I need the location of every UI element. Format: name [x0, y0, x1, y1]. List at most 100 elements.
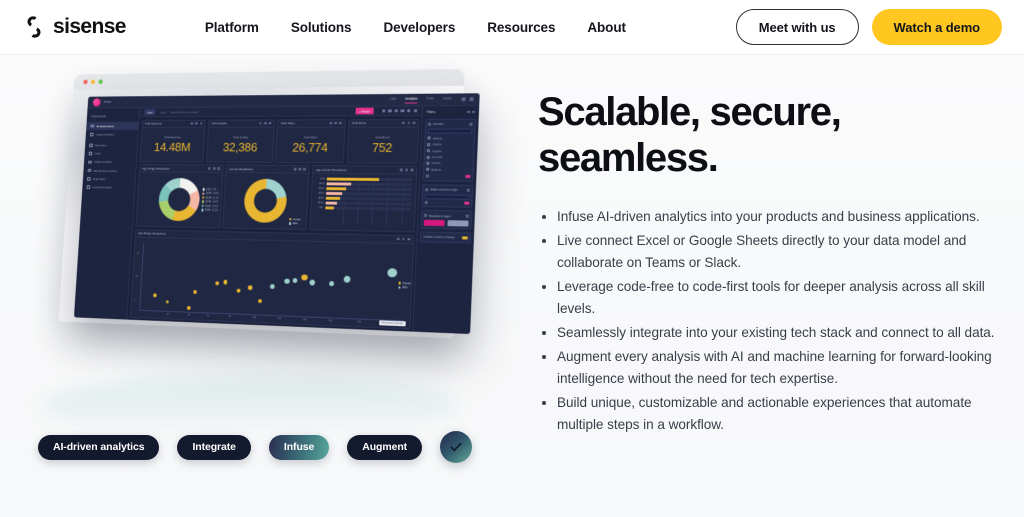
info-icon[interactable]	[208, 167, 211, 170]
more-icon[interactable]	[469, 122, 473, 126]
info-icon[interactable]	[402, 121, 406, 125]
apply-filter-button[interactable]	[464, 174, 471, 179]
nav-item-developers[interactable]: Developers	[383, 20, 455, 35]
more-icon[interactable]	[339, 121, 343, 125]
y-tick-label: 0	[133, 299, 136, 302]
edit-icon[interactable]	[402, 237, 405, 241]
legend-label: 19-24	[205, 192, 212, 196]
export-icon[interactable]	[388, 109, 392, 113]
info-icon[interactable]	[396, 237, 400, 241]
info-icon[interactable]	[259, 121, 262, 125]
list-item: Infuse AI-driven analytics into your pro…	[557, 206, 1000, 228]
widget-title: Total Brand	[351, 121, 367, 125]
widget-title: Age Range Breakdown	[142, 166, 170, 171]
layout-icon[interactable]	[394, 109, 398, 113]
filter-option: Albania	[432, 136, 443, 141]
last-updated-label: March 12th at 10:14AM	[170, 110, 199, 114]
nav-item-resources[interactable]: Resources	[487, 20, 555, 35]
filter-settings-icon[interactable]	[466, 110, 470, 114]
hero-visual: Home Data Analytics Pulse Admin Dashboar…	[0, 55, 516, 517]
page-title: Scalable, secure, seamless.	[538, 90, 842, 181]
feature-pill-row: AI-driven analytics Integrate Infuse Aug…	[38, 431, 473, 463]
help-icon[interactable]	[461, 97, 466, 102]
edit-icon[interactable]	[263, 121, 267, 125]
more-icon[interactable]	[465, 214, 469, 218]
kpi-value: 14.48M	[153, 140, 191, 154]
more-icon[interactable]	[407, 237, 410, 241]
kpi-caption: Total Brand	[375, 135, 390, 140]
add-widget-button[interactable]: + Widget	[355, 107, 374, 115]
more-icon[interactable]	[466, 188, 470, 192]
edit-icon[interactable]	[407, 121, 411, 125]
checkbox-icon[interactable]	[426, 168, 430, 172]
scatter-point	[165, 300, 169, 304]
chart-widget-age-range-scatter[interactable]: Age Range Breakdown 40 20 0 20 40 60 80 …	[129, 228, 414, 330]
dashboard-tab-analytics[interactable]: Analytics	[404, 96, 418, 104]
checkbox-icon[interactable]	[426, 161, 430, 165]
sidebar-item-usage-analytics[interactable]: Usage Analytics	[86, 130, 138, 138]
pill-augment[interactable]: Augment	[347, 434, 423, 460]
chevron-down-icon[interactable]	[425, 188, 429, 191]
meet-with-us-button[interactable]: Meet with us	[735, 9, 859, 45]
add-filter-icon[interactable]	[472, 110, 476, 114]
dashboard-tab-data[interactable]: Data	[390, 97, 397, 103]
sidebar-item-label: Total Sales	[92, 176, 106, 181]
chevron-down-icon[interactable]	[428, 122, 432, 126]
filter-search-input[interactable]	[428, 128, 472, 134]
nav-item-about[interactable]: About	[587, 20, 626, 35]
age-range-legend: 0-18 17.8 19-24 15.62 25-34 21.33 35-44 18.4…	[201, 188, 219, 212]
trash-icon[interactable]	[425, 200, 428, 204]
more-icon[interactable]	[413, 109, 418, 113]
list-item: Augment every analysis with AI and machi…	[557, 346, 1000, 390]
checkbox-icon[interactable]	[427, 143, 431, 147]
widget-title: Age Gender Breakdown	[315, 167, 347, 172]
pill-ai-driven-analytics[interactable]: AI-driven analytics	[38, 434, 160, 460]
filter-benefits-in-apps[interactable]: Benefits in Apps	[420, 210, 473, 230]
chart-widget-age-range-donut[interactable]: Age Range Breakdown 0-18 17.8 19-24 15.6…	[135, 163, 224, 229]
view-button[interactable]: View	[144, 108, 156, 116]
powered-by-badge: Powered by Sisense	[379, 319, 406, 326]
info-icon[interactable]	[400, 168, 403, 172]
more-icon[interactable]	[217, 167, 220, 170]
sisense-dashboard-mock: Home Data Analytics Pulse Admin Dashboar…	[73, 93, 480, 335]
pill-infuse[interactable]: Infuse	[268, 434, 330, 460]
apply-filter-button[interactable]	[463, 201, 469, 205]
checkbox-icon[interactable]	[427, 155, 431, 159]
kpi-widget-total-quality[interactable]: Total Quality Total Quality 32,386	[205, 118, 275, 163]
share-icon[interactable]	[381, 109, 386, 113]
sales-dropdown[interactable]: Sales	[160, 110, 167, 114]
trash-icon[interactable]	[426, 174, 430, 178]
edit-icon[interactable]	[212, 167, 216, 170]
brand-logo[interactable]: sisense	[22, 15, 126, 39]
x-tick-label: 20	[166, 313, 169, 316]
scatter-point	[192, 289, 197, 295]
filter-apply-button[interactable]	[424, 219, 446, 226]
account-icon[interactable]	[469, 97, 474, 102]
chart-widget-age-gender-bar[interactable]: Age Gender Breakdown 0-18 19-24 25-34 35…	[308, 165, 418, 233]
info-icon[interactable]	[329, 121, 333, 125]
check-badge[interactable]	[440, 431, 473, 463]
filter-cancel-button[interactable]	[447, 220, 469, 227]
sidebar-item-revenues[interactable]: Revenues	[85, 141, 137, 149]
filter-title: Sales revenue range	[430, 187, 458, 192]
more-icon[interactable]	[412, 121, 416, 125]
bar-label: 0-18	[320, 177, 325, 181]
watch-a-demo-button[interactable]: Watch a demo	[871, 9, 1002, 45]
toggle-switch[interactable]	[461, 236, 468, 240]
filter-sales-revenue-range[interactable]: Sales revenue range	[421, 184, 474, 209]
sidebar-item-lead-generation[interactable]: Lead Generation	[82, 183, 135, 192]
pill-integrate[interactable]: Integrate	[177, 434, 251, 460]
kpi-widget-total-revenue[interactable]: Total Revenue Total Revenue 14.48M	[139, 119, 207, 162]
more-icon[interactable]	[410, 168, 413, 172]
sidebar-item-all-dashboards[interactable]: All Dashboards	[86, 121, 139, 131]
nav-item-solutions[interactable]: Solutions	[291, 20, 352, 35]
dashboard-home-link[interactable]: Home	[104, 100, 111, 104]
dashboard-tab-pulse[interactable]: Pulse	[426, 97, 434, 103]
alert-icon[interactable]	[400, 109, 405, 113]
filter-update-toggle[interactable]: Update on Every Change	[420, 231, 472, 244]
filter-country[interactable]: Country Albania Algeria Angola Armenia A…	[422, 118, 476, 182]
edit-icon[interactable]	[405, 168, 408, 172]
scatter-point	[215, 281, 220, 286]
nav-item-platform[interactable]: Platform	[205, 20, 259, 35]
checkbox-icon[interactable]	[427, 149, 431, 153]
